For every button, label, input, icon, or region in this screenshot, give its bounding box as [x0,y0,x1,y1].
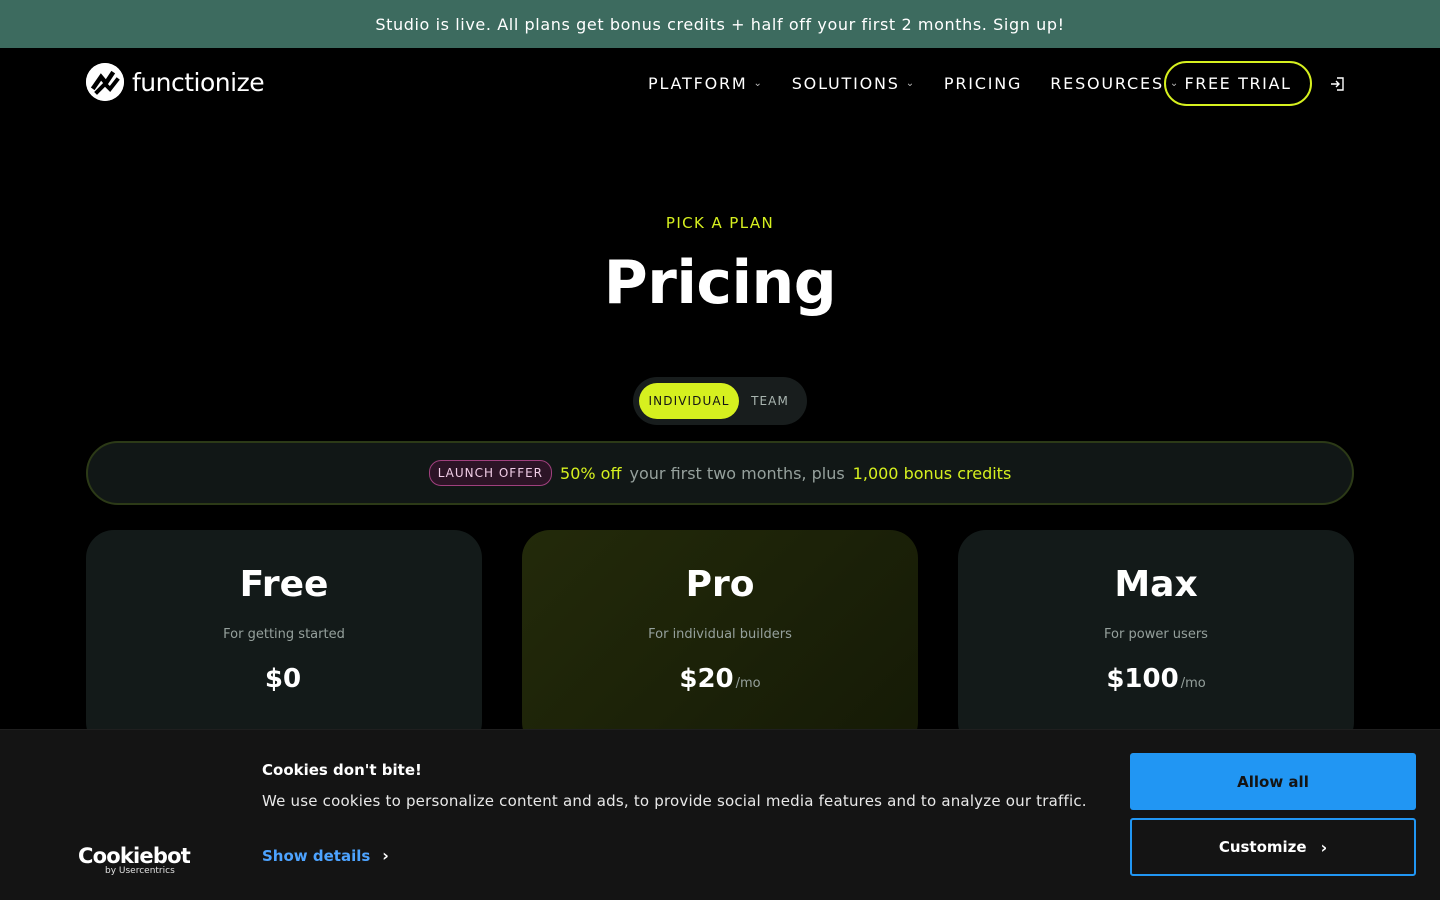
plan-name: Pro [685,564,755,605]
functionize-logo-icon [86,63,124,101]
announcement-bar[interactable]: Studio is live. All plans get bonus cred… [0,0,1440,48]
plan-price-row: $100 /mo [958,664,1354,694]
nav-item-label: PRICING [943,73,1023,93]
show-details-link[interactable]: Show details › [262,846,389,865]
cookiebot-logo: Cookiebot by Usercentrics [78,844,191,877]
plan-name: Max [1114,564,1198,605]
cookie-text: We use cookies to personalize content an… [262,792,1087,810]
plan-type-toggle: INDIVIDUAL TEAM [633,377,807,425]
offer-percent: 50% off [560,463,622,483]
logo-text: functionize [132,67,265,97]
offer-badge: LAUNCH OFFER [428,460,553,486]
nav-item-label: PLATFORM [648,73,748,93]
plan-period: /mo [1180,676,1206,691]
nav-item-platform[interactable]: PLATFORM ⌄ [648,74,764,93]
chevron-down-icon: ⌄ [905,77,916,89]
nav-item-label: SOLUTIONS [791,73,900,93]
cookiebot-brand: Cookiebot [78,844,191,868]
chevron-down-icon: ⌄ [753,77,764,89]
plan-subtitle: For getting started [223,627,345,642]
plan-subtitle: For power users [1104,627,1208,642]
plan-price-row: $20 /mo [522,664,918,694]
customize-label: Customize [1218,838,1307,856]
customize-button[interactable]: Customize › [1130,818,1416,876]
launch-offer-banner: LAUNCH OFFER 50% off your first two mont… [86,441,1354,505]
pricing-eyebrow: PICK A PLAN [665,214,775,232]
toggle-team[interactable]: TEAM [739,383,801,419]
login-icon[interactable] [1330,76,1344,91]
toggle-individual[interactable]: INDIVIDUAL [639,383,739,419]
plan-card-max: Max For power users $100 /mo [958,530,1354,750]
show-details-label: Show details [262,846,371,865]
plan-price: $100 [1106,664,1179,694]
nav-item-pricing[interactable]: PRICING [944,74,1022,93]
cookie-title: Cookies don't bite! [262,761,422,779]
nav-item-resources[interactable]: RESOURCES ⌄ [1050,74,1180,93]
nav-item-solutions[interactable]: SOLUTIONS ⌄ [792,74,916,93]
plan-price: $0 [264,664,302,694]
chevron-right-icon: › [1320,837,1328,857]
chevron-right-icon: › [382,846,389,865]
allow-all-button[interactable]: Allow all [1130,753,1416,810]
plan-card-free: Free For getting started $0 [86,530,482,750]
nav-item-label: RESOURCES [1050,73,1164,93]
offer-credits: 1,000 bonus credits [852,463,1012,483]
announcement-text[interactable]: Studio is live. All plans get bonus cred… [375,15,1064,34]
plan-period: /mo [735,676,761,691]
plan-card-pro: Pro For individual builders $20 /mo [522,530,918,750]
plan-subtitle: For individual builders [648,627,792,642]
free-trial-button[interactable]: FREE TRIAL [1164,61,1312,106]
plan-price-row: $0 [86,664,482,694]
main-nav: PLATFORM ⌄ SOLUTIONS ⌄ PRICING RESOURCES… [648,61,1208,105]
page-title: Pricing [603,248,837,318]
plan-price: $20 [679,664,734,694]
plan-name: Free [239,564,329,605]
logo[interactable]: functionize [86,63,265,101]
offer-middle-text: your first two months, plus [629,463,845,483]
